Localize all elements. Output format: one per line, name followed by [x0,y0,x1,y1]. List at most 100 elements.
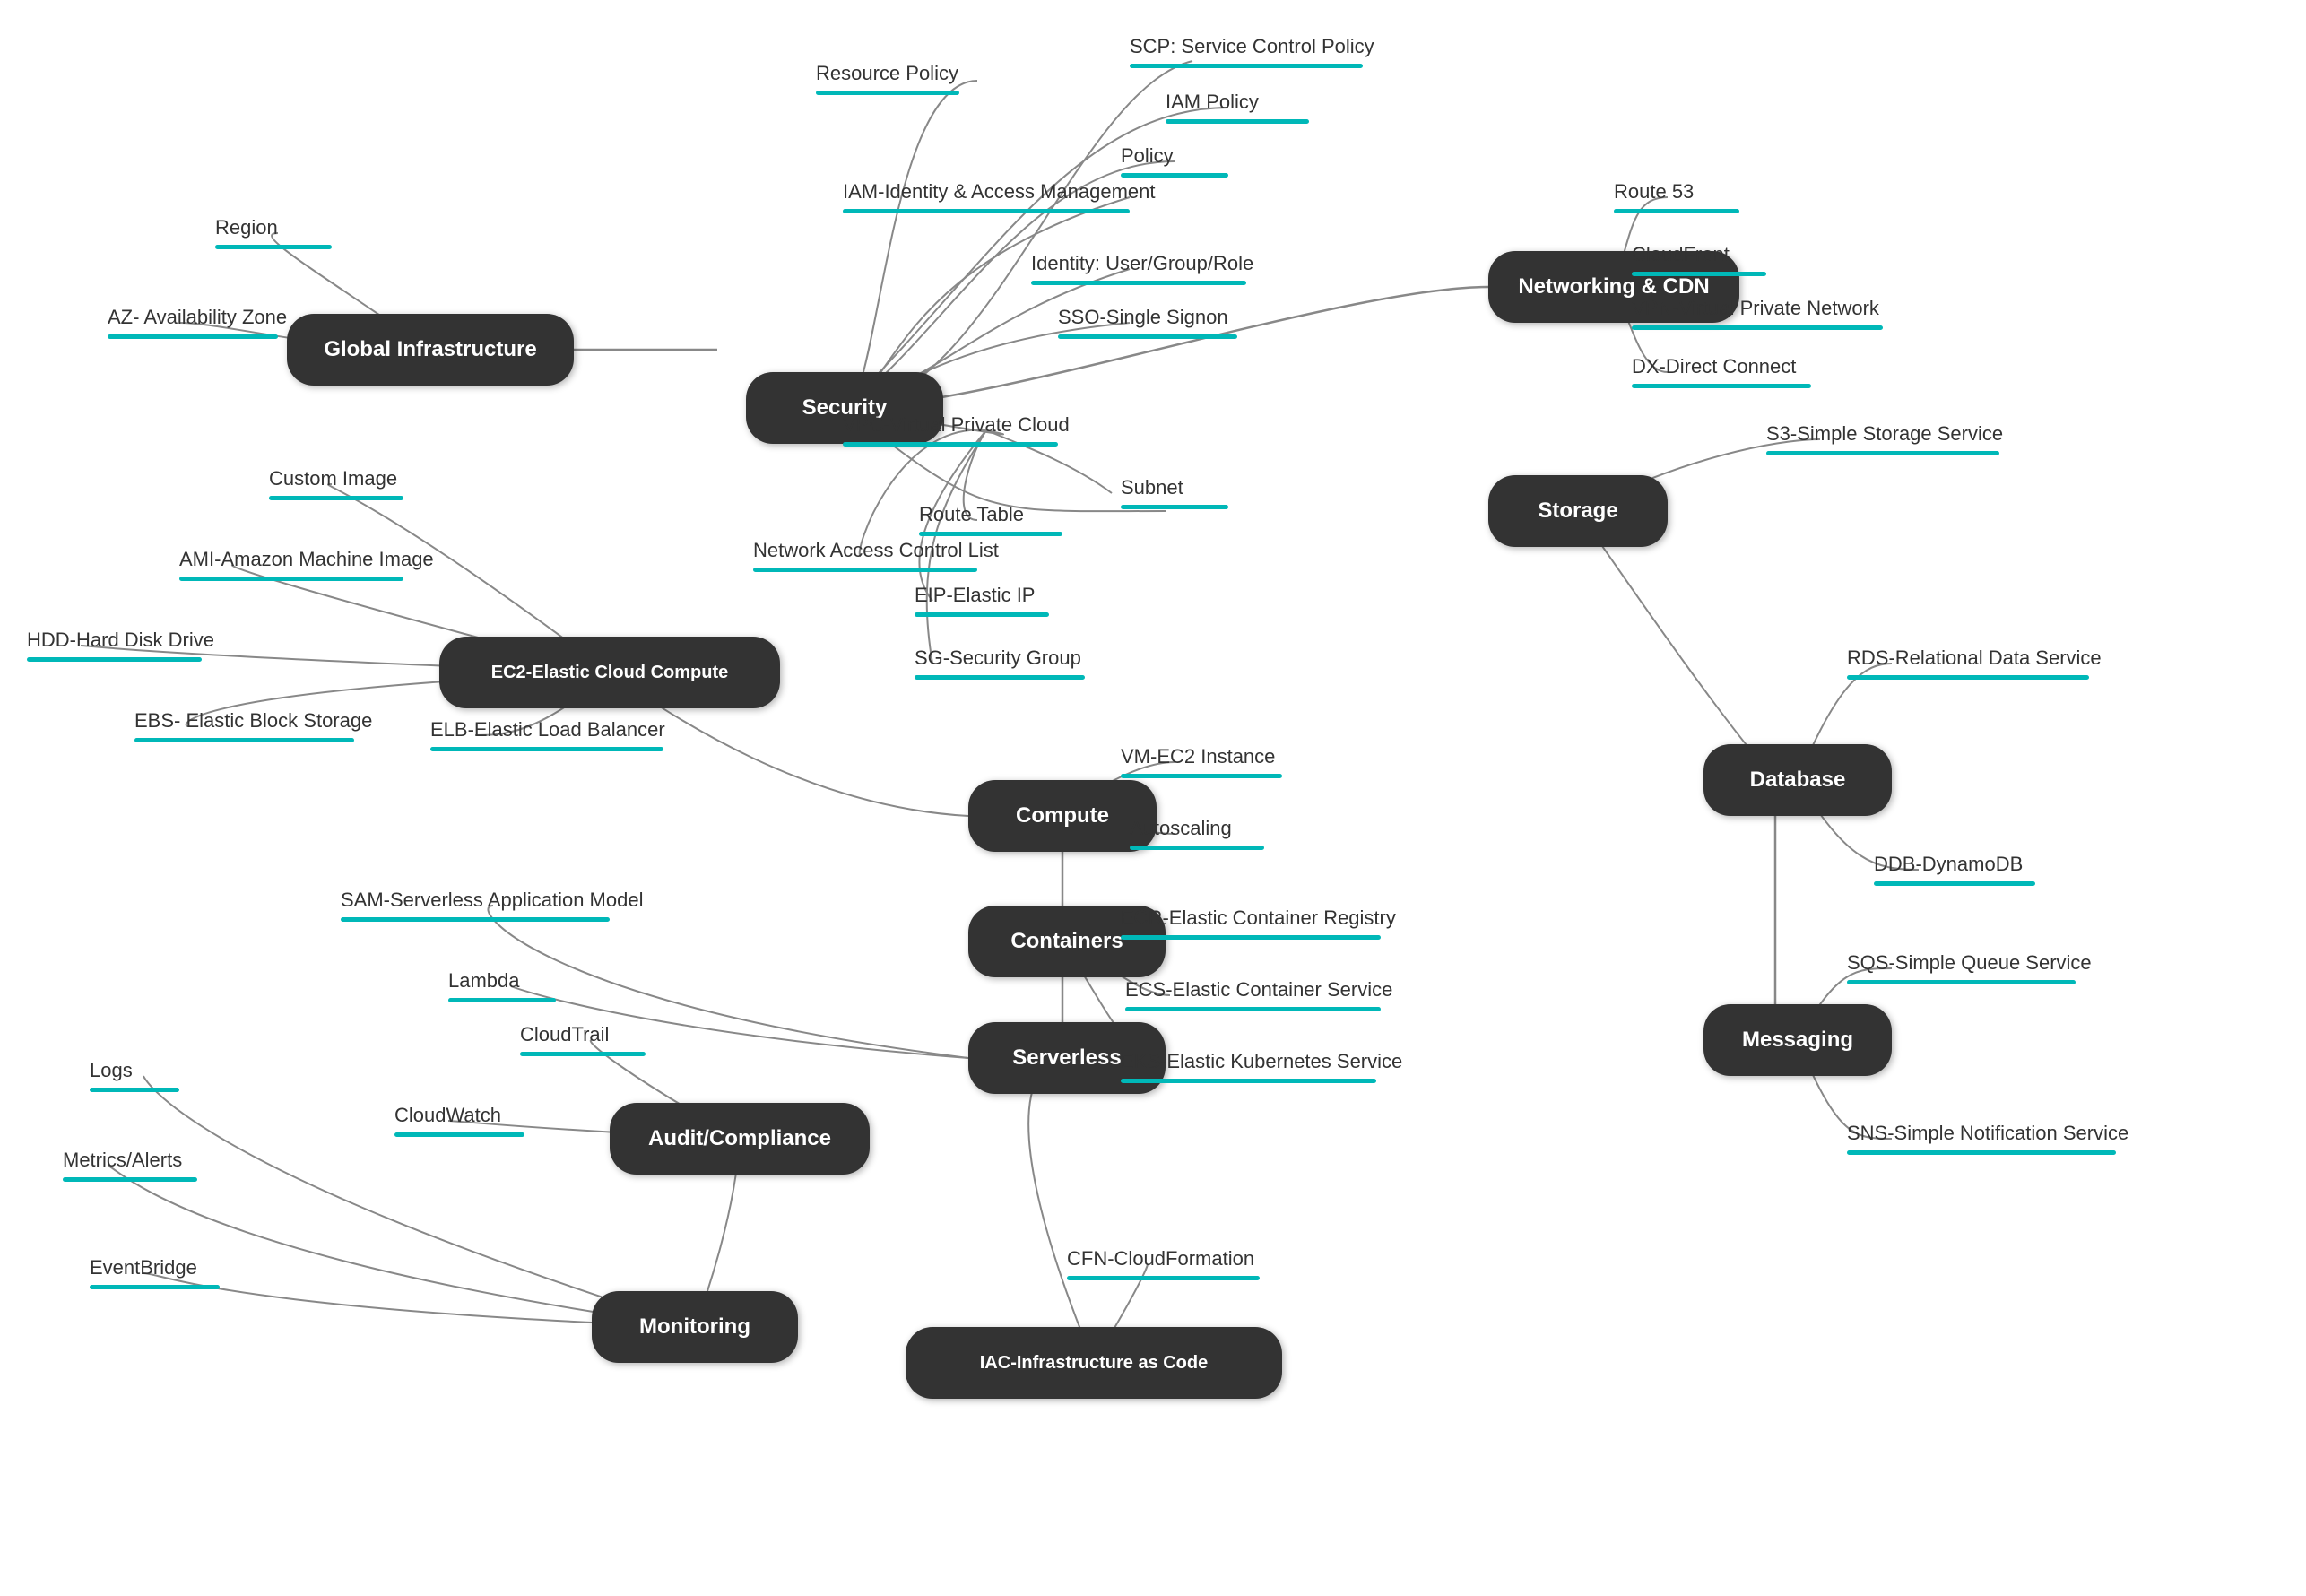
hub-messaging-label: Messaging [1742,1028,1853,1053]
node-iam-policy: IAM Policy [1166,90,1309,124]
hub-storage-label: Storage [1538,499,1617,524]
hub-monitoring[interactable]: Monitoring [592,1291,798,1363]
node-elb-bar [430,747,663,751]
hub-ec2[interactable]: EC2-Elastic Cloud Compute [439,637,780,708]
node-iam-identity: IAM-Identity & Access Management [843,179,1156,213]
hub-storage[interactable]: Storage [1488,475,1668,547]
node-ami-label: AMI-Amazon Machine Image [179,547,434,573]
node-iam-policy-bar [1166,119,1309,124]
node-subnet: Subnet [1121,475,1228,509]
hub-ec2-label: EC2-Elastic Cloud Compute [491,663,728,683]
node-vpc: VPC-Virtual Private Cloud [843,412,1070,447]
node-sg: SG-Security Group [915,646,1085,680]
node-custom-image-label: Custom Image [269,466,397,492]
hub-messaging[interactable]: Messaging [1703,1004,1892,1076]
hub-serverless-label: Serverless [1012,1045,1121,1071]
node-az: AZ- Availability Zone [108,305,287,339]
node-sqs-label: SQS-Simple Queue Service [1847,950,2092,976]
node-eip-label: EIP-Elastic IP [915,583,1035,609]
node-metrics-bar [63,1177,197,1182]
node-cfn-bar [1067,1276,1260,1280]
node-s3-bar [1766,451,1999,455]
node-route-table: Route Table [919,502,1062,536]
node-vpc-bar [843,442,1058,447]
node-logs-label: Logs [90,1058,133,1084]
node-scp-label: SCP: Service Control Policy [1130,34,1374,60]
hub-audit[interactable]: Audit/Compliance [610,1103,870,1175]
node-identity-ugr: Identity: User/Group/Role [1031,251,1253,285]
node-identity-ugr-bar [1031,281,1246,285]
hub-monitoring-label: Monitoring [639,1314,750,1340]
node-route53: Route 53 [1614,179,1739,213]
node-scp-bar [1130,64,1363,68]
node-policy-bar [1121,173,1228,178]
node-vm-ec2-bar [1121,774,1282,778]
node-ecs: ECS-Elastic Container Service [1125,977,1392,1011]
node-region-label: Region [215,215,278,241]
node-nacl-bar [753,568,977,572]
node-logs-bar [90,1088,179,1092]
node-vpn-label: VPN-Virtual Private Network [1632,296,1879,322]
node-eks-bar [1121,1079,1376,1083]
node-lambda: Lambda [448,968,556,1002]
node-vm-ec2-label: VM-EC2 Instance [1121,744,1275,770]
node-dx-label: DX-Direct Connect [1632,354,1796,380]
mind-map: Security Networking & CDN Global Infrast… [0,0,2306,1596]
node-autoscaling-bar [1130,846,1264,850]
node-dx: DX-Direct Connect [1632,354,1811,388]
node-cloudtrail-bar [520,1052,646,1056]
node-cloudwatch-label: CloudWatch [394,1103,501,1129]
node-vpc-label: VPC-Virtual Private Cloud [843,412,1070,438]
node-region-bar [215,245,332,249]
hub-database[interactable]: Database [1703,744,1892,816]
node-ecs-bar [1125,1007,1381,1011]
node-autoscaling: Autoscaling [1130,816,1264,850]
node-eip: EIP-Elastic IP [915,583,1049,617]
node-custom-image-bar [269,496,403,500]
node-lambda-bar [448,998,556,1002]
node-nacl-label: Network Access Control List [753,538,999,564]
node-lambda-label: Lambda [448,968,520,994]
hub-global-infra[interactable]: Global Infrastructure [287,314,574,386]
node-cloudwatch-bar [394,1132,524,1137]
node-eks-label: EKS-Elastic Kubernetes Service [1121,1049,1402,1075]
node-vpn-bar [1632,325,1883,330]
node-iam-identity-bar [843,209,1130,213]
hub-iac-label: IAC-Infrastructure as Code [980,1353,1209,1374]
node-ebs-bar [134,738,354,742]
node-hdd-bar [27,657,202,662]
node-ddb-bar [1874,881,2035,886]
hub-audit-label: Audit/Compliance [648,1126,831,1151]
node-rds-label: RDS-Relational Data Service [1847,646,2102,672]
node-hdd-label: HDD-Hard Disk Drive [27,628,214,654]
hub-iac[interactable]: IAC-Infrastructure as Code [906,1327,1282,1399]
node-ecr: ECR-Elastic Container Registry [1121,906,1396,940]
node-sso: SSO-Single Signon [1058,305,1237,339]
node-eventbridge: EventBridge [90,1255,220,1289]
node-ddb-label: DDB-DynamoDB [1874,852,2023,878]
node-cloudfront-label: CloudFront [1632,242,1730,268]
node-vpn: VPN-Virtual Private Network [1632,296,1883,330]
node-scp: SCP: Service Control Policy [1130,34,1374,68]
node-cloudfront-bar [1632,272,1766,276]
node-ebs: EBS- Elastic Block Storage [134,708,372,742]
node-subnet-bar [1121,505,1228,509]
node-sam-label: SAM-Serverless Application Model [341,888,643,914]
node-metrics-label: Metrics/Alerts [63,1148,182,1174]
node-ami: AMI-Amazon Machine Image [179,547,434,581]
node-ebs-label: EBS- Elastic Block Storage [134,708,372,734]
node-sg-bar [915,675,1085,680]
node-cloudfront: CloudFront [1632,242,1766,276]
node-subnet-label: Subnet [1121,475,1183,501]
hub-global-infra-label: Global Infrastructure [324,337,536,362]
node-cloudtrail-label: CloudTrail [520,1022,609,1048]
node-ddb: DDB-DynamoDB [1874,852,2035,886]
hub-compute[interactable]: Compute [968,780,1157,852]
node-eventbridge-label: EventBridge [90,1255,197,1281]
node-region: Region [215,215,332,249]
node-autoscaling-label: Autoscaling [1130,816,1232,842]
node-rds-bar [1847,675,2089,680]
node-route53-bar [1614,209,1739,213]
node-route-table-label: Route Table [919,502,1024,528]
node-sso-bar [1058,334,1237,339]
